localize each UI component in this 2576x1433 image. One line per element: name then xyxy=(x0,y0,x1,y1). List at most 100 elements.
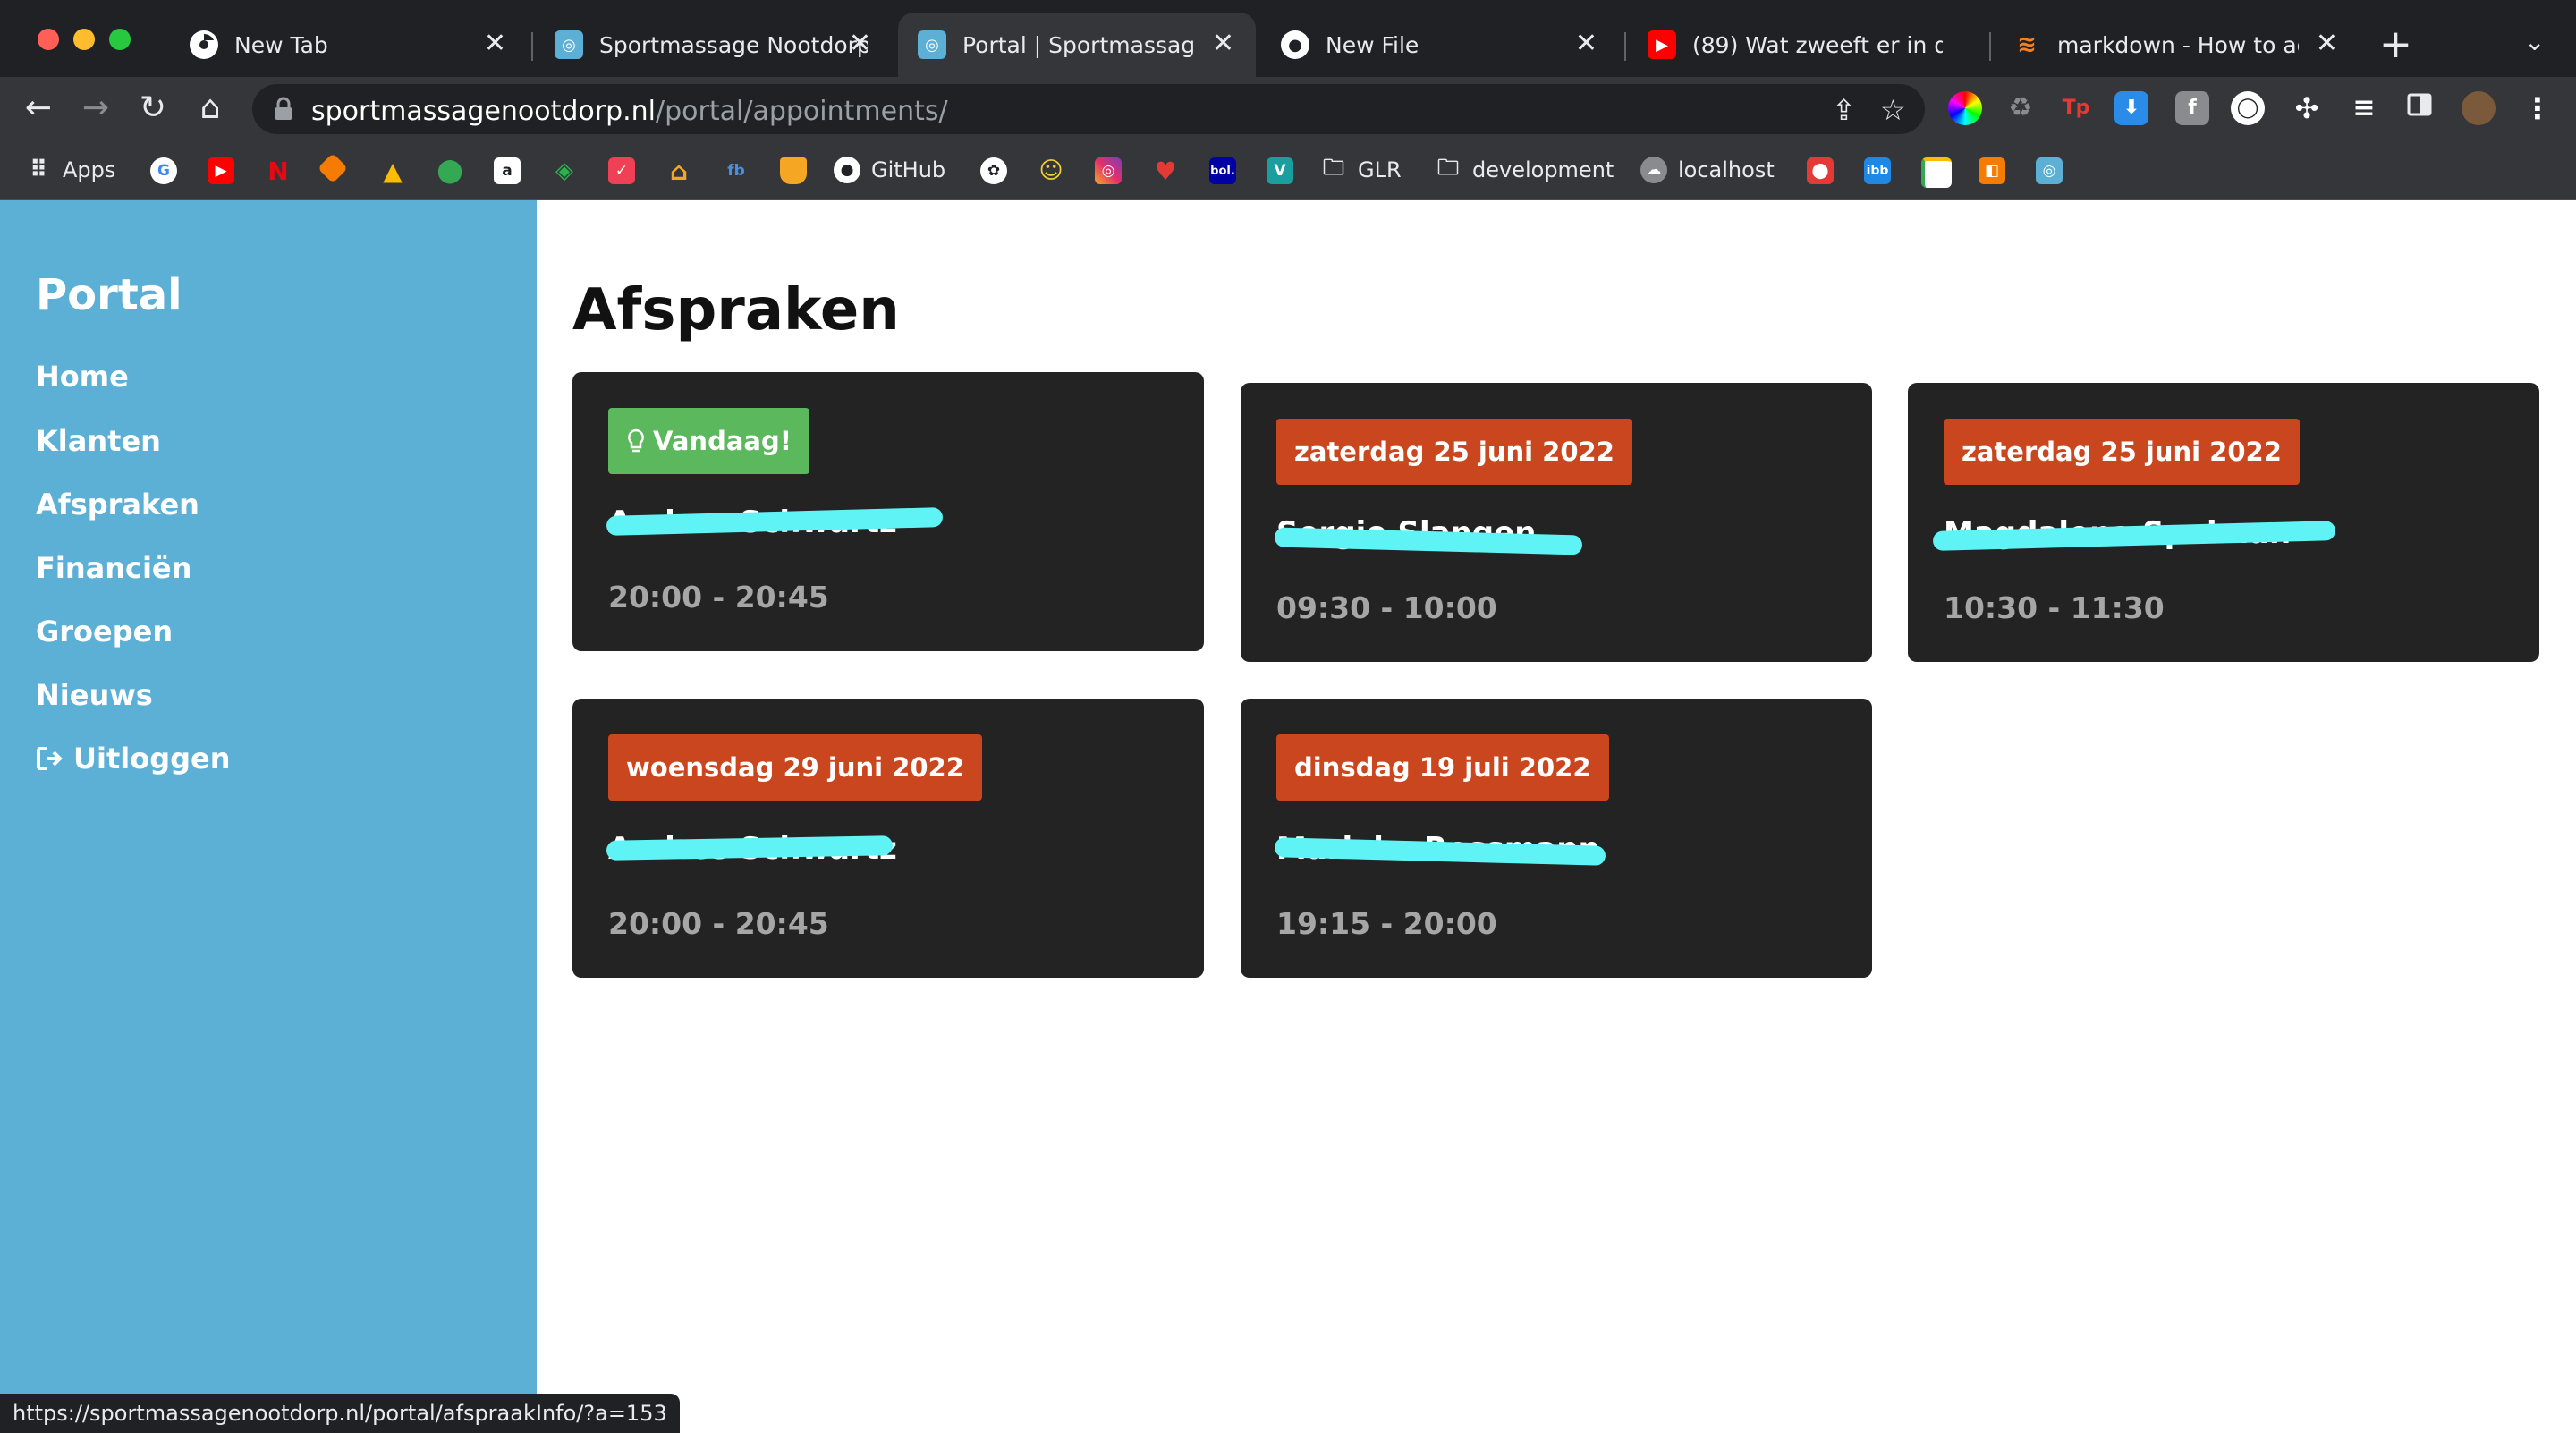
circle-extension-icon[interactable]: ◯ xyxy=(2231,91,2265,125)
puzzle-extensions-icon[interactable]: ✣ xyxy=(2290,91,2324,125)
sidebar-item-klanten[interactable]: Klanten xyxy=(36,424,161,458)
bookmark-folder-glr[interactable]: 🗀 GLR xyxy=(1320,152,1402,188)
tab-separator xyxy=(1624,32,1626,61)
google-icon[interactable]: G xyxy=(150,157,177,184)
tab-search-chevron-icon[interactable]: ⌄ xyxy=(2524,27,2545,56)
back-button[interactable]: ← xyxy=(18,88,59,129)
shield-bookmark-icon[interactable] xyxy=(780,157,807,184)
bookmark-localhost[interactable]: ☁ localhost xyxy=(1640,152,1775,188)
cloud-icon: ☁ xyxy=(1640,157,1667,183)
sidebar-item-nieuws[interactable]: Nieuws xyxy=(36,678,153,712)
bookmark-github[interactable]: ● GitHub xyxy=(834,152,945,188)
close-window-button[interactable] xyxy=(38,29,59,50)
share-icon[interactable]: ⇪ xyxy=(1832,93,1856,127)
bookmark-label: localhost xyxy=(1678,157,1775,182)
sidebar-item-afspraken[interactable]: Afspraken xyxy=(36,488,199,521)
bol-icon[interactable]: bol. xyxy=(1209,157,1236,184)
github-icon: ● xyxy=(1281,30,1309,59)
close-icon[interactable]: ✕ xyxy=(2316,30,2338,57)
amazon-icon[interactable]: a xyxy=(494,157,521,184)
appointment-card[interactable]: zaterdag 25 juni 2022 Magdalena Spelman … xyxy=(1908,383,2539,662)
netflix-icon[interactable]: N xyxy=(265,157,292,186)
forward-button[interactable]: → xyxy=(75,88,116,129)
sidebar-item-financien[interactable]: Financiën xyxy=(36,551,191,585)
appointment-time: 10:30 - 11:30 xyxy=(1944,590,2165,625)
fb-bookmark-icon[interactable]: fb xyxy=(723,157,750,184)
lock-icon xyxy=(275,97,292,120)
maximize-window-button[interactable] xyxy=(109,29,131,50)
bookmark-label: Apps xyxy=(63,157,116,182)
openai-icon[interactable]: ✿ xyxy=(980,157,1007,184)
home-button[interactable]: ⌂ xyxy=(190,88,231,129)
folder-icon: 🗀 xyxy=(1437,154,1459,180)
tab-separator xyxy=(531,32,533,61)
tab-github-new-file[interactable]: ● New File ✕ xyxy=(1261,13,1619,77)
sidebar: Portal Home Klanten Afspraken Financiën … xyxy=(0,200,537,1433)
appointment-time: 20:00 - 20:45 xyxy=(608,906,829,941)
bookmark-apps[interactable]: ⠿ Apps xyxy=(25,152,116,188)
tab-youtube[interactable]: ▶ (89) Wat zweeft er in de ruimte xyxy=(1628,13,1986,77)
sidebar-brand[interactable]: Portal xyxy=(36,270,182,320)
download-extension-icon[interactable]: ⬇ xyxy=(2114,91,2148,125)
bookmark-folder-development[interactable]: 🗀 development xyxy=(1435,152,1614,188)
diamond-bookmark-icon[interactable] xyxy=(318,153,348,183)
doc-bookmark-icon[interactable] xyxy=(1921,157,1952,188)
badge-label: Vandaag! xyxy=(653,426,792,456)
heart-bookmark-icon[interactable]: ♥ xyxy=(1152,157,1179,186)
site-bookmark-icon[interactable]: ◎ xyxy=(2036,157,2063,184)
site-icon: ◎ xyxy=(918,30,946,59)
google-drive-icon[interactable]: ▲ xyxy=(379,157,406,186)
close-icon[interactable]: ✕ xyxy=(849,30,871,57)
new-tab-button[interactable]: + xyxy=(2379,20,2412,70)
recycle-extension-icon[interactable]: ♻ xyxy=(2004,91,2038,125)
tp-extension-icon[interactable]: Tp xyxy=(2059,91,2093,125)
sidebar-item-uitloggen[interactable]: Uitloggen xyxy=(36,742,231,776)
more-menu-icon[interactable]: ⋮ xyxy=(2521,91,2555,125)
date-badge: zaterdag 25 juni 2022 xyxy=(1276,419,1632,485)
appointment-card[interactable]: zaterdag 25 juni 2022 Sergio Slangen 09:… xyxy=(1241,383,1872,662)
tab-portal[interactable]: ◎ Portal | Sportmassage Nootdorp ✕ xyxy=(898,13,1256,77)
tab-sportmassage-nootdorp[interactable]: ◎ Sportmassage Nootdorp ✕ xyxy=(535,13,893,77)
tab-title: New Tab xyxy=(234,31,328,58)
avatar[interactable] xyxy=(2462,91,2496,125)
youtube-icon: ▶ xyxy=(1648,30,1676,59)
minimize-window-button[interactable] xyxy=(73,29,95,50)
date-badge: zaterdag 25 juni 2022 xyxy=(1944,419,2300,485)
home-bookmark-icon[interactable]: ⌂ xyxy=(665,157,692,186)
emoji-bookmark-icon[interactable]: ☺ xyxy=(1038,157,1064,184)
v-bookmark-icon[interactable]: V xyxy=(1267,157,1293,184)
color-picker-extension-icon[interactable] xyxy=(1948,91,1982,125)
url-path: /portal/appointments/ xyxy=(656,96,948,127)
sign-out-icon xyxy=(37,747,63,770)
ibb-icon[interactable]: ibb xyxy=(1864,157,1891,184)
sidebar-item-home[interactable]: Home xyxy=(36,360,129,394)
map-pin-bookmark-icon[interactable]: ⬤ xyxy=(1807,157,1834,184)
close-icon[interactable]: ✕ xyxy=(1575,30,1597,57)
f-extension-icon[interactable]: f xyxy=(2175,91,2209,125)
reload-button[interactable]: ↻ xyxy=(132,88,174,129)
appointment-card[interactable]: dinsdag 19 juli 2022 Marieke Rossmann 19… xyxy=(1241,699,1872,978)
bookmark-label: GLR xyxy=(1358,157,1402,182)
instagram-icon[interactable]: ◎ xyxy=(1095,157,1122,184)
tab-new-tab[interactable]: New Tab ✕ xyxy=(170,13,528,77)
address-bar[interactable]: sportmassagenootdorp.nl/portal/appointme… xyxy=(252,84,1925,134)
sidebar-item-groepen[interactable]: Groepen xyxy=(36,615,173,649)
appointment-card[interactable]: Vandaag! Andres Schwartz 20:00 - 20:45 xyxy=(572,372,1204,651)
feedly-icon[interactable]: ◈ xyxy=(551,157,578,184)
github-icon: ● xyxy=(834,157,860,183)
youtube-icon[interactable]: ▶ xyxy=(208,157,234,184)
page: Portal Home Klanten Afspraken Financiën … xyxy=(0,200,2576,1433)
media-control-icon[interactable]: ≡ xyxy=(2347,91,2381,125)
appointment-card[interactable]: woensdag 29 juni 2022 Andres Schwartz 20… xyxy=(572,699,1204,978)
layers-bookmark-icon[interactable]: ◧ xyxy=(1979,157,2005,184)
link-status-bar: https://sportmassagenootdorp.nl/portal/a… xyxy=(0,1394,680,1433)
google-maps-icon[interactable]: ⬤ xyxy=(436,157,463,184)
bookmark-star-icon[interactable]: ☆ xyxy=(1880,93,1906,127)
close-icon[interactable]: ✕ xyxy=(1212,30,1234,57)
close-icon[interactable]: ✕ xyxy=(484,30,506,57)
tab-stackoverflow[interactable]: ≋ markdown - How to add ✕ xyxy=(1993,13,2360,77)
pocket-icon[interactable]: ✓ xyxy=(608,157,635,184)
side-panel-icon[interactable] xyxy=(2402,91,2436,125)
url-text: sportmassagenootdorp.nl/portal/appointme… xyxy=(311,96,948,127)
page-title: Afspraken xyxy=(572,277,900,343)
